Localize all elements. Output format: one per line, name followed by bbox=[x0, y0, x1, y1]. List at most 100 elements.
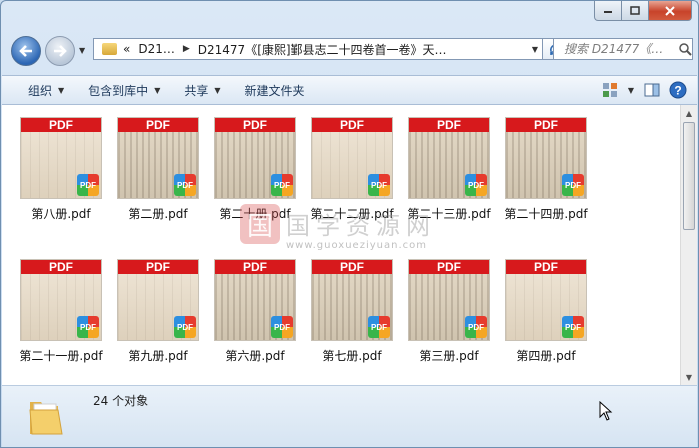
pdf-thumbnail: PDF PDF bbox=[408, 259, 490, 341]
pdf-icon: PDF bbox=[368, 316, 390, 338]
pdf-label: PDF bbox=[409, 118, 489, 132]
file-name: 第七册.pdf bbox=[322, 349, 382, 363]
pdf-icon: PDF bbox=[77, 174, 99, 196]
pdf-icon: PDF bbox=[465, 174, 487, 196]
file-list[interactable]: PDF PDF 第八册.pdf PDF PDF 第二册.pdf PDF PDF 第二十… bbox=[2, 105, 697, 385]
pdf-label: PDF bbox=[312, 260, 392, 274]
vertical-scrollbar[interactable]: ▲ ▼ bbox=[680, 105, 697, 385]
file-name: 第二册.pdf bbox=[128, 207, 188, 221]
svg-text:?: ? bbox=[674, 84, 681, 98]
file-item[interactable]: PDF PDF 第二十册.pdf bbox=[200, 105, 296, 225]
breadcrumb-overflow[interactable]: « bbox=[123, 42, 130, 56]
address-dropdown-icon[interactable]: ▼ bbox=[532, 45, 538, 54]
file-name: 第二十三册.pdf bbox=[407, 207, 491, 221]
file-item[interactable]: PDF PDF 第二册.pdf bbox=[103, 105, 199, 225]
file-item[interactable]: PDF PDF 第二十一册.pdf bbox=[6, 247, 103, 367]
pdf-icon: PDF bbox=[271, 174, 293, 196]
file-item[interactable]: PDF PDF 第六册.pdf bbox=[200, 247, 296, 367]
help-button[interactable]: ? bbox=[665, 78, 691, 102]
help-icon: ? bbox=[669, 81, 687, 99]
pdf-icon: PDF bbox=[174, 174, 196, 196]
view-controls: ▼ ? bbox=[597, 78, 691, 102]
pdf-thumbnail: PDF PDF bbox=[311, 259, 393, 341]
file-name: 第六册.pdf bbox=[225, 349, 285, 363]
preview-pane-icon bbox=[644, 83, 660, 97]
maximize-icon bbox=[630, 6, 640, 15]
new-folder-button[interactable]: 新建文件夹 bbox=[233, 77, 317, 103]
pdf-icon: PDF bbox=[174, 316, 196, 338]
minimize-button[interactable] bbox=[594, 1, 622, 21]
file-name: 第九册.pdf bbox=[128, 349, 188, 363]
pdf-icon: PDF bbox=[465, 316, 487, 338]
file-name: 第二十册.pdf bbox=[219, 207, 291, 221]
pdf-label: PDF bbox=[506, 118, 586, 132]
explorer-window: ▼ « D21… ▶ D21477《[康熙]鄞县志二十四卷首一卷》天… ▼ 组织… bbox=[0, 0, 699, 448]
change-view-button[interactable] bbox=[597, 78, 623, 102]
forward-arrow-icon bbox=[54, 45, 67, 57]
window-controls bbox=[594, 1, 692, 21]
back-button[interactable] bbox=[11, 36, 41, 66]
include-in-library-menu[interactable]: 包含到库中 ▼ bbox=[76, 77, 172, 103]
pdf-label: PDF bbox=[506, 260, 586, 274]
new-folder-label: 新建文件夹 bbox=[244, 83, 305, 98]
pdf-label: PDF bbox=[21, 260, 101, 274]
file-item[interactable]: PDF PDF 第二十二册.pdf bbox=[297, 105, 394, 225]
recent-pages-dropdown[interactable]: ▼ bbox=[79, 46, 85, 55]
back-arrow-icon bbox=[19, 45, 32, 57]
preview-pane-button[interactable] bbox=[639, 78, 665, 102]
file-name: 第三册.pdf bbox=[419, 349, 479, 363]
item-count: 24 个对象 bbox=[93, 394, 149, 408]
close-button[interactable] bbox=[649, 1, 692, 21]
pdf-label: PDF bbox=[215, 260, 295, 274]
pdf-label: PDF bbox=[312, 118, 392, 132]
file-item[interactable]: PDF PDF 第三册.pdf bbox=[394, 247, 490, 367]
maximize-button[interactable] bbox=[622, 1, 649, 21]
breadcrumb-segment-1[interactable]: D21… bbox=[138, 42, 175, 56]
search-box[interactable] bbox=[553, 38, 693, 60]
include-in-library-label: 包含到库中 bbox=[88, 83, 149, 98]
file-name: 第八册.pdf bbox=[31, 207, 91, 221]
file-item[interactable]: PDF PDF 第四册.pdf bbox=[491, 247, 587, 367]
pdf-label: PDF bbox=[118, 260, 198, 274]
pdf-thumbnail: PDF PDF bbox=[117, 117, 199, 199]
pdf-thumbnail: PDF PDF bbox=[505, 259, 587, 341]
pdf-label: PDF bbox=[21, 118, 101, 132]
address-bar[interactable]: « D21… ▶ D21477《[康熙]鄞县志二十四卷首一卷》天… ▼ bbox=[93, 38, 543, 60]
scrollbar-thumb[interactable] bbox=[683, 122, 695, 230]
chevron-down-icon: ▼ bbox=[154, 85, 161, 95]
forward-button[interactable] bbox=[45, 36, 75, 66]
file-item[interactable]: PDF PDF 第七册.pdf bbox=[297, 247, 393, 367]
pdf-icon: PDF bbox=[562, 174, 584, 196]
chevron-down-icon: ▼ bbox=[214, 85, 221, 95]
pdf-icon: PDF bbox=[562, 316, 584, 338]
pdf-thumbnail: PDF PDF bbox=[20, 117, 102, 199]
file-name: 第二十一册.pdf bbox=[19, 349, 103, 363]
pdf-thumbnail: PDF PDF bbox=[311, 117, 393, 199]
file-name: 第四册.pdf bbox=[516, 349, 576, 363]
organize-label: 组织 bbox=[28, 83, 53, 98]
pdf-thumbnail: PDF PDF bbox=[20, 259, 102, 341]
file-item[interactable]: PDF PDF 第二十三册.pdf bbox=[394, 105, 491, 225]
file-item[interactable]: PDF PDF 第二十四册.pdf bbox=[491, 105, 588, 225]
view-options-dropdown[interactable]: ▼ bbox=[623, 78, 639, 102]
share-menu[interactable]: 共享 ▼ bbox=[172, 77, 232, 103]
breadcrumb-segment-2[interactable]: D21477《[康熙]鄞县志二十四卷首一卷》天… bbox=[198, 41, 447, 58]
navigation-bar: ▼ « D21… ▶ D21477《[康熙]鄞县志二十四卷首一卷》天… ▼ bbox=[7, 33, 693, 69]
breadcrumb-chevron-icon[interactable]: ▶ bbox=[183, 44, 190, 54]
scroll-down-arrow-icon[interactable]: ▼ bbox=[681, 369, 697, 385]
pdf-icon: PDF bbox=[77, 316, 99, 338]
minimize-icon bbox=[604, 10, 612, 13]
pdf-label: PDF bbox=[215, 118, 295, 132]
pdf-icon: PDF bbox=[368, 174, 390, 196]
details-pane: 24 个对象 bbox=[2, 385, 697, 447]
pdf-icon: PDF bbox=[271, 316, 293, 338]
search-input[interactable] bbox=[562, 41, 678, 57]
file-item[interactable]: PDF PDF 第八册.pdf bbox=[6, 105, 102, 225]
organize-menu[interactable]: 组织 ▼ bbox=[16, 77, 76, 103]
pdf-thumbnail: PDF PDF bbox=[117, 259, 199, 341]
file-item[interactable]: PDF PDF 第九册.pdf bbox=[103, 247, 199, 367]
pdf-thumbnail: PDF PDF bbox=[505, 117, 587, 199]
pdf-thumbnail: PDF PDF bbox=[214, 259, 296, 341]
folder-icon bbox=[29, 402, 63, 435]
scroll-up-arrow-icon[interactable]: ▲ bbox=[681, 105, 697, 121]
